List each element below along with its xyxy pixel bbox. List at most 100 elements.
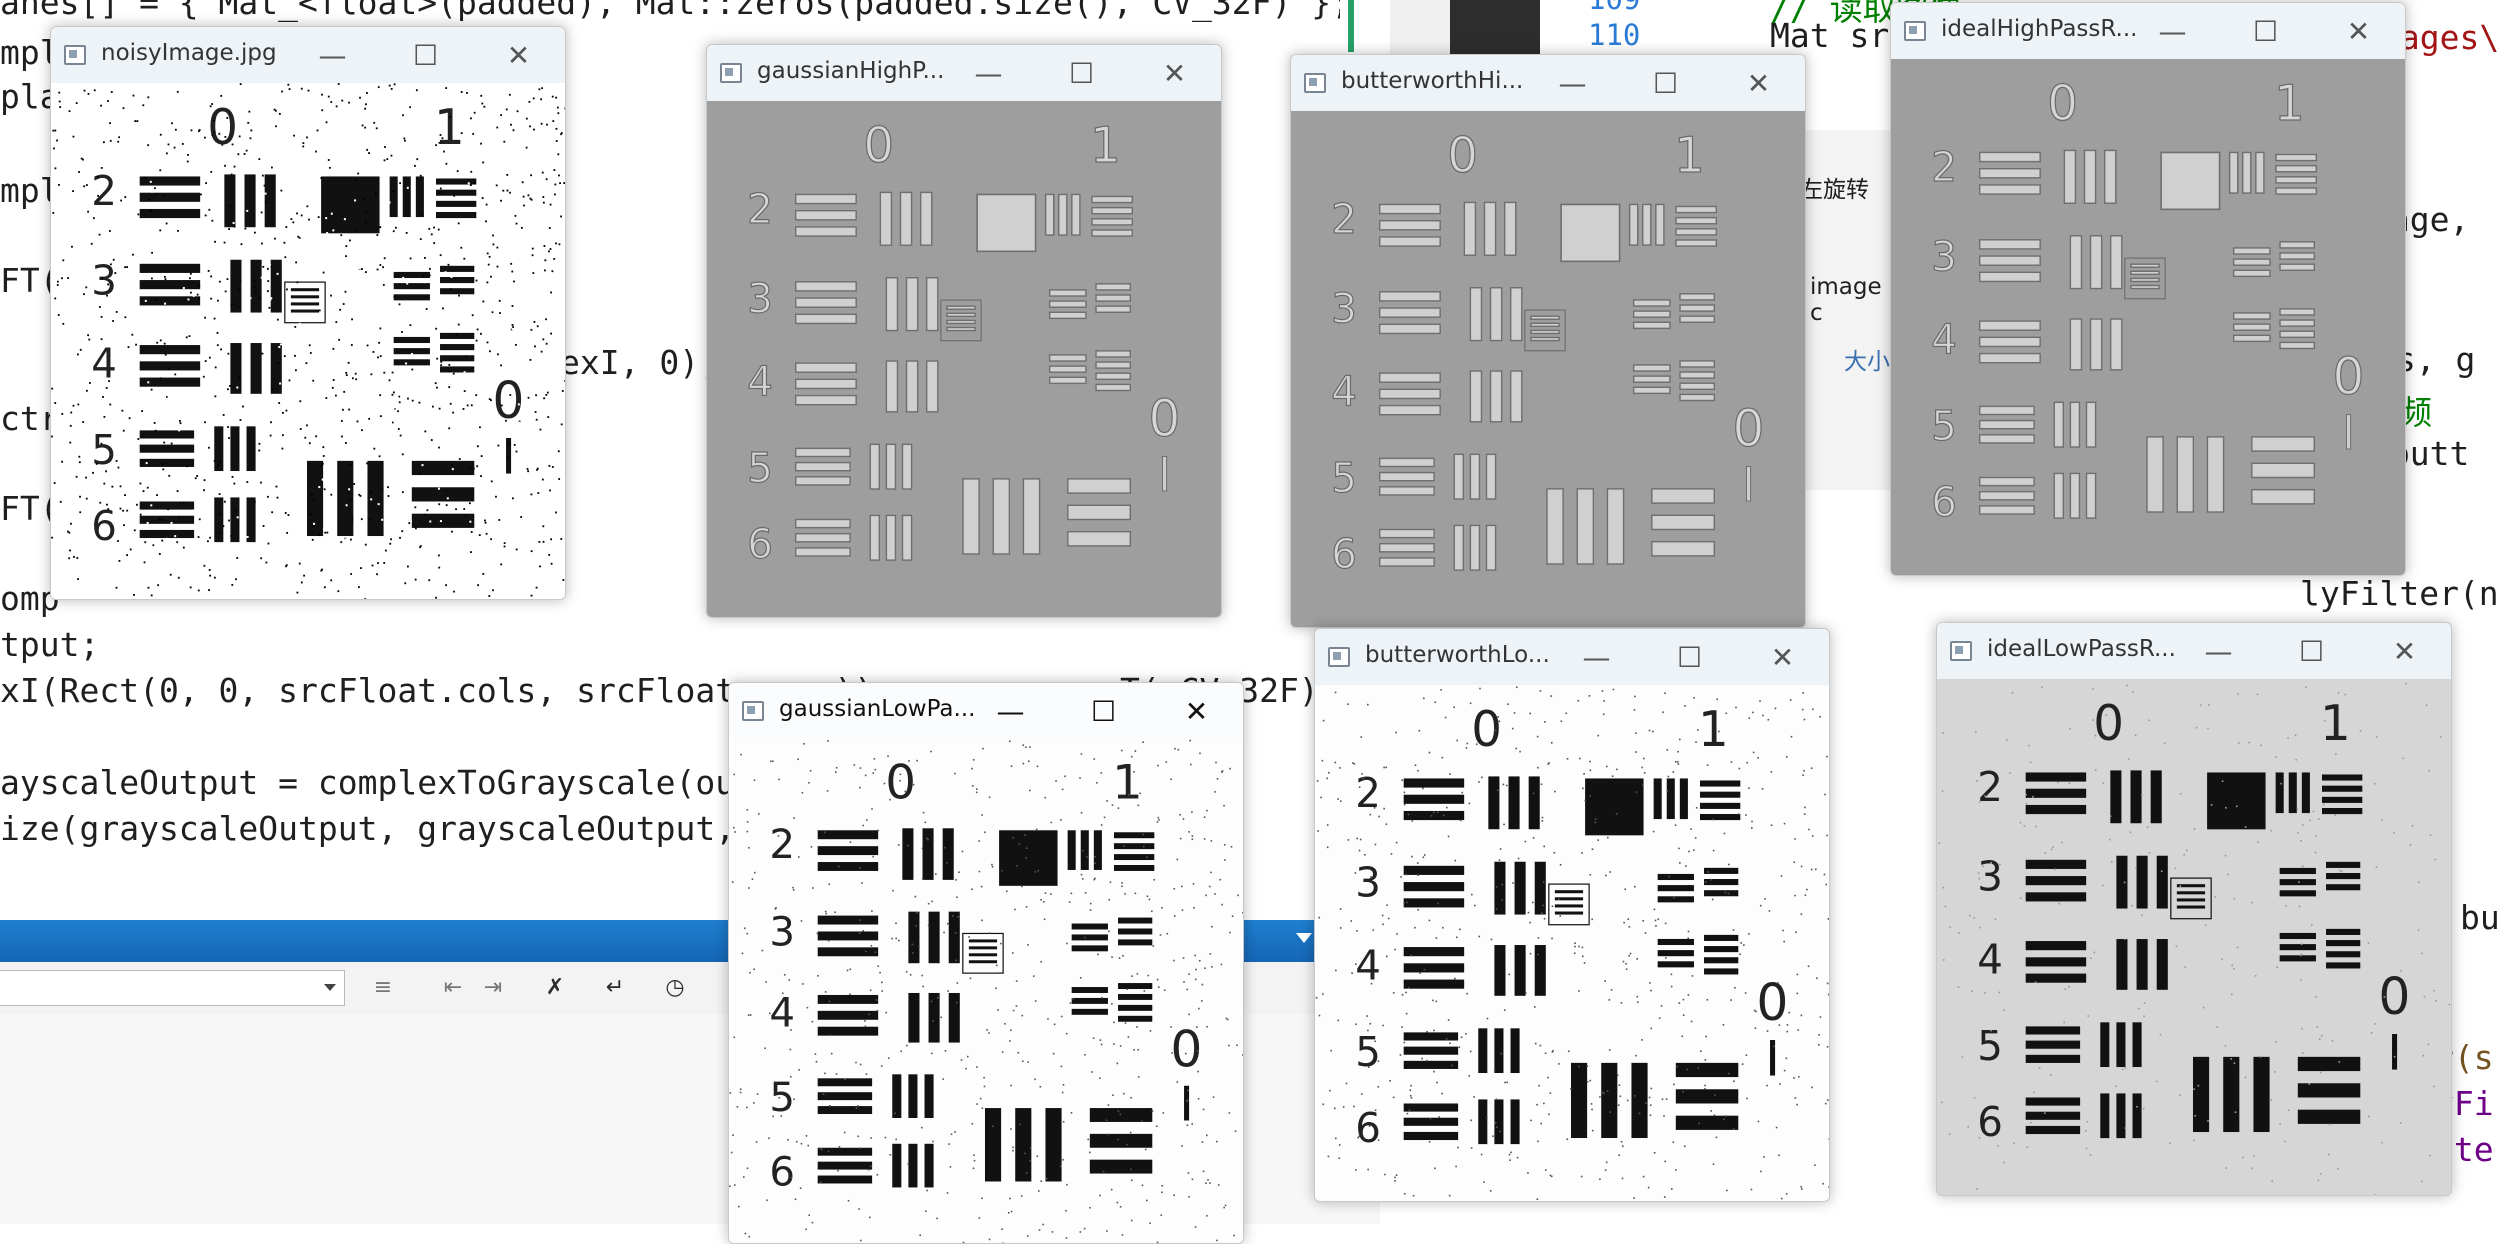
test-chart-image: 01234560 [1937, 679, 2451, 1195]
window-titlebar[interactable]: gaussianLowPa...—☐✕ [729, 683, 1243, 739]
close-icon[interactable]: ✕ [472, 27, 565, 83]
svg-text:0: 0 [1148, 389, 1180, 448]
change-indicator-bar [1348, 0, 1354, 52]
minimize-icon[interactable]: — [286, 27, 379, 83]
maximize-icon[interactable]: ☐ [2265, 623, 2358, 679]
svg-text:4: 4 [747, 357, 773, 405]
maximize-icon[interactable]: ☐ [379, 27, 472, 83]
debug-panel [1450, 0, 1540, 55]
close-icon[interactable]: ✕ [2358, 623, 2451, 679]
window-title: idealHighPassR... [1941, 16, 2137, 42]
svg-text:5: 5 [1331, 454, 1357, 502]
minimize-icon[interactable]: — [964, 683, 1057, 739]
maximize-icon[interactable]: ☐ [1619, 55, 1712, 111]
close-icon[interactable]: ✕ [1128, 45, 1221, 101]
chevron-down-icon[interactable] [1296, 933, 1312, 943]
minimize-icon[interactable]: — [2126, 3, 2219, 59]
svg-text:5: 5 [747, 444, 773, 492]
test-chart-image: 01234560 [1315, 685, 1829, 1201]
svg-text:4: 4 [1977, 935, 2003, 983]
output-source-dropdown[interactable] [0, 970, 345, 1006]
minimize-icon[interactable]: — [1550, 629, 1643, 685]
indent-left-icon[interactable]: ⇤ [438, 972, 468, 1002]
window-titlebar[interactable]: butterworthLo...—☐✕ [1315, 629, 1829, 685]
image-file-icon [64, 45, 86, 65]
window-titlebar[interactable]: gaussianHighP...—☐✕ [707, 45, 1221, 101]
svg-text:1: 1 [1674, 128, 1705, 184]
image-file-icon [1328, 647, 1350, 667]
svg-text:3: 3 [747, 274, 773, 322]
close-icon[interactable]: ✕ [2312, 3, 2405, 59]
test-chart-image: 01234560 [1291, 111, 1805, 627]
window-titlebar[interactable]: idealHighPassR...—☐✕ [1891, 3, 2405, 59]
panel-label: image c [1810, 274, 1900, 326]
svg-text:2: 2 [769, 822, 795, 868]
svg-text:3: 3 [1331, 284, 1357, 332]
svg-text:0: 0 [863, 118, 894, 174]
image-window-idealLow[interactable]: idealLowPassR...—☐✕01234560 [1936, 622, 2452, 1196]
image-canvas: 01234560 [1937, 679, 2451, 1195]
code-fragment: lyFilter(no [2300, 574, 2499, 613]
line-number: 110 [1588, 18, 1640, 52]
image-window-butterworthHigh[interactable]: butterworthHi...—☐✕01234560 [1290, 54, 1806, 628]
image-canvas: 01234560 [1891, 59, 2405, 575]
test-chart-image: 01234560 [729, 739, 1243, 1243]
test-chart-image: 01234560 [1891, 59, 2405, 575]
image-canvas: 01234560 [1291, 111, 1805, 627]
close-icon[interactable]: ✕ [1736, 629, 1829, 685]
window-title: idealLowPassR... [1987, 636, 2176, 662]
maximize-icon[interactable]: ☐ [1643, 629, 1736, 685]
image-canvas: 01234560 [1315, 685, 1829, 1201]
svg-text:5: 5 [91, 426, 117, 474]
svg-text:4: 4 [1355, 941, 1381, 989]
image-window-gaussianHigh[interactable]: gaussianHighP...—☐✕01234560 [706, 44, 1222, 618]
minimize-icon[interactable]: — [942, 45, 1035, 101]
clock-icon[interactable]: ◷ [660, 972, 690, 1002]
maximize-icon[interactable]: ☐ [2219, 3, 2312, 59]
window-title: gaussianHighP... [757, 58, 944, 84]
svg-text:3: 3 [1931, 232, 1957, 280]
minimize-icon[interactable]: — [1526, 55, 1619, 111]
svg-text:1: 1 [2274, 76, 2305, 132]
clear-all-icon[interactable]: ✗ [540, 972, 570, 1002]
image-window-butterworthLow[interactable]: butterworthLo...—☐✕01234560 [1314, 628, 1830, 1202]
svg-text:6: 6 [1977, 1098, 2003, 1146]
svg-text:0: 0 [1170, 1021, 1202, 1079]
svg-text:5: 5 [1355, 1028, 1381, 1076]
svg-text:1: 1 [2320, 696, 2351, 752]
image-file-icon [1904, 21, 1926, 41]
svg-text:2: 2 [1331, 195, 1357, 243]
line-number: 109 [1588, 0, 1640, 16]
comment-out-icon[interactable]: ≡ [368, 972, 398, 1002]
svg-text:1: 1 [1112, 755, 1143, 811]
window-titlebar[interactable]: noisyImage.jpg—☐✕ [51, 27, 565, 83]
image-canvas: 01234560 [729, 739, 1243, 1243]
svg-text:6: 6 [1931, 478, 1957, 526]
svg-text:5: 5 [1977, 1022, 2003, 1070]
svg-text:6: 6 [1355, 1104, 1381, 1152]
maximize-icon[interactable]: ☐ [1035, 45, 1128, 101]
image-window-gaussianLow[interactable]: gaussianLowPa...—☐✕01234560 [728, 682, 1244, 1244]
test-chart-image: 01234560 [707, 101, 1221, 617]
image-window-idealHigh[interactable]: idealHighPassR...—☐✕01234560 [1890, 2, 2406, 576]
chevron-down-icon[interactable] [324, 984, 336, 991]
close-icon[interactable]: ✕ [1712, 55, 1805, 111]
close-icon[interactable]: ✕ [1150, 683, 1243, 739]
window-title: butterworthLo... [1365, 642, 1550, 668]
svg-text:6: 6 [91, 502, 117, 550]
panel-label: 左旋转 [1800, 170, 1869, 204]
indent-right-icon[interactable]: ⇥ [478, 972, 508, 1002]
svg-text:1: 1 [1090, 118, 1121, 174]
code-line: ize(grayscaleOutput, grayscaleOutput, 0 [0, 806, 775, 852]
panel-label: 大小 [1844, 342, 1890, 376]
code-fragment: bu [2460, 898, 2499, 937]
image-window-noisy[interactable]: noisyImage.jpg—☐✕01234560 [50, 26, 566, 600]
word-wrap-icon[interactable]: ↵ [600, 972, 630, 1002]
maximize-icon[interactable]: ☐ [1057, 683, 1150, 739]
svg-text:4: 4 [1931, 315, 1957, 363]
svg-text:0: 0 [1732, 399, 1764, 458]
minimize-icon[interactable]: — [2172, 623, 2265, 679]
window-titlebar[interactable]: idealLowPassR...—☐✕ [1937, 623, 2451, 679]
test-chart-image: 01234560 [51, 83, 565, 599]
window-titlebar[interactable]: butterworthHi...—☐✕ [1291, 55, 1805, 111]
